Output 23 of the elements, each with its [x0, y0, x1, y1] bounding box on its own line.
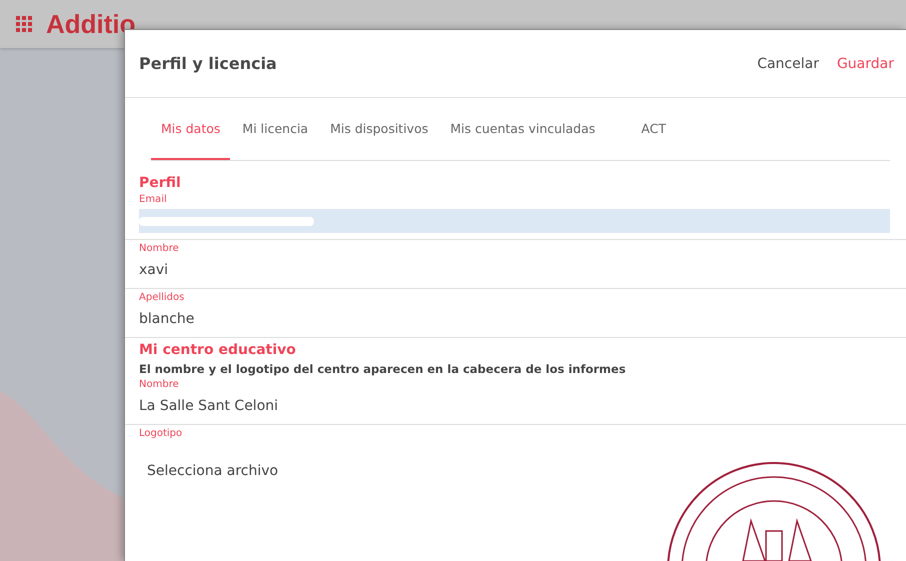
tab[interactable]: Mis dispositivos [320, 98, 438, 160]
field-label: Apellidos [138, 292, 186, 303]
action-button[interactable]: Guardar [836, 56, 894, 72]
text-field[interactable]: xavi [139, 258, 890, 282]
tab[interactable]: ACT [631, 98, 676, 160]
field-label: Nombre [138, 243, 180, 254]
field-label: Nombre [138, 379, 180, 390]
file-select-button[interactable]: Selecciona archivo [139, 455, 286, 487]
tab[interactable]: Mis datos [151, 98, 230, 160]
section-description: El nombre y el logotipo del centro aparecen en la cabecera de los informes [138, 361, 627, 376]
action-button[interactable]: Cancelar [757, 56, 819, 72]
dialog-title: Perfil y licencia [139, 54, 277, 73]
section-title: Perfil [138, 175, 182, 191]
apps-grid-icon[interactable] [16, 16, 32, 32]
field-label: Email [138, 194, 168, 205]
text-field[interactable]: blanche [139, 307, 890, 331]
field-label: Logotipo [138, 428, 184, 439]
email-field[interactable] [139, 209, 890, 233]
tab[interactable]: Mi licencia [232, 98, 318, 160]
text-field[interactable]: La Salle Sant Celoni [139, 394, 890, 418]
tab[interactable]: Mis cuentas vinculadas [440, 98, 606, 160]
brand-logo: Additio [46, 8, 136, 40]
section-title: Mi centro educativo [138, 342, 297, 358]
